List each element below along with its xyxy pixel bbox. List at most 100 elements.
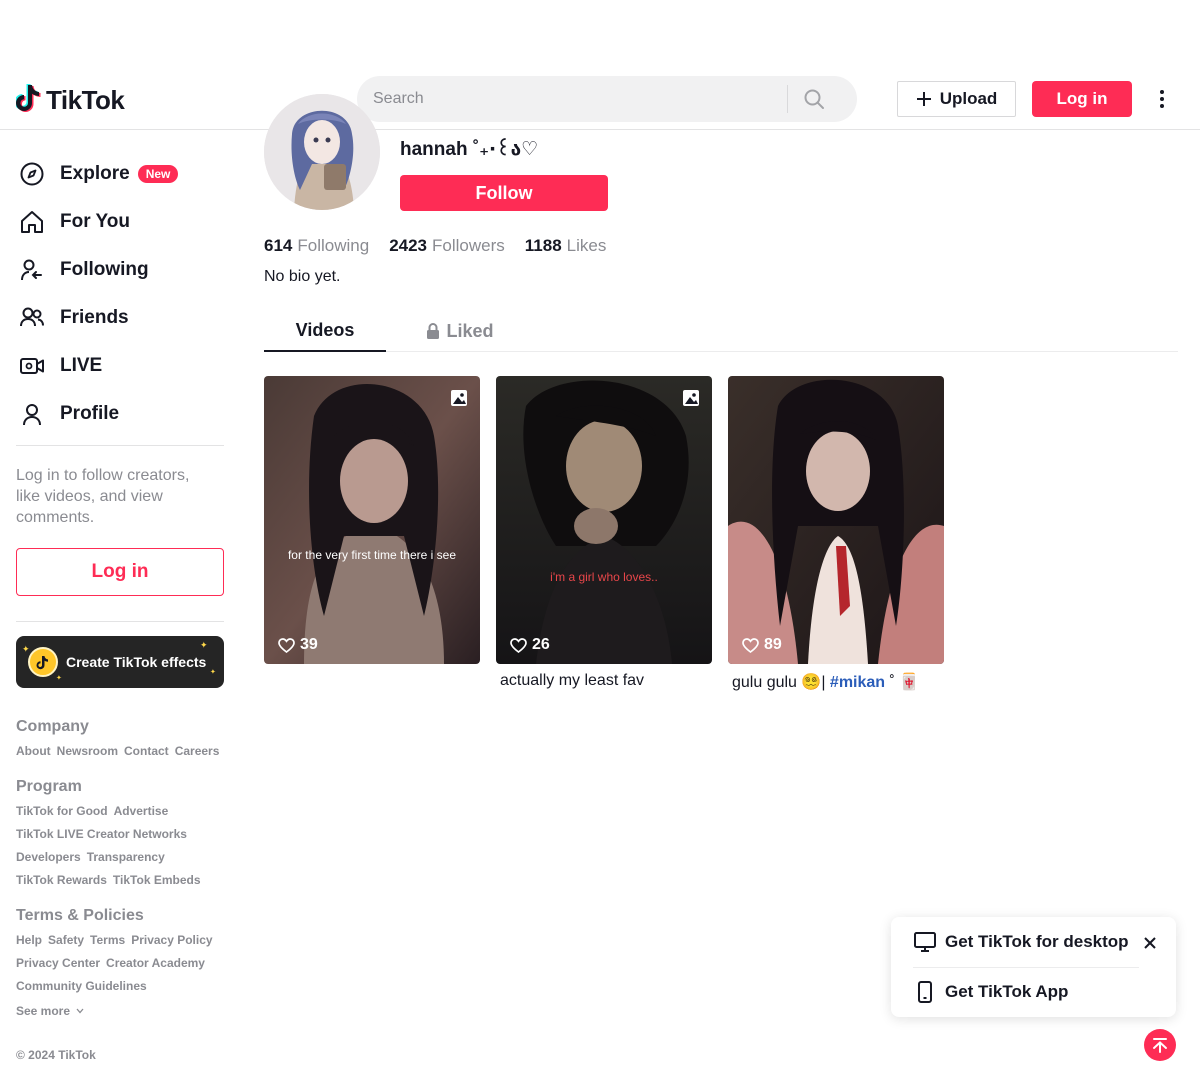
heart-icon <box>510 637 527 653</box>
footer-link[interactable]: Developers <box>16 850 81 864</box>
get-app-link[interactable]: Get TikTok App <box>913 981 1068 1003</box>
get-desktop-link[interactable]: Get TikTok for desktop <box>913 931 1129 953</box>
footer-link[interactable]: Creator Academy <box>106 956 205 970</box>
footer-link[interactable]: Safety <box>48 933 84 947</box>
sidebar-item-label: Profile <box>60 403 120 424</box>
sidebar-item-explore[interactable]: Explore New <box>16 154 179 194</box>
footer-link[interactable]: Help <box>16 933 42 947</box>
top-header: TikTok Upload Log in <box>0 70 1200 130</box>
footer-program-heading: Program <box>16 778 82 795</box>
footer-link[interactable]: Transparency <box>87 850 165 864</box>
new-badge: New <box>137 165 179 183</box>
tab-liked-label: Liked <box>446 320 494 341</box>
sidebar-item-live[interactable]: LIVE <box>16 346 102 386</box>
tiktok-logo[interactable]: TikTok <box>14 83 125 118</box>
footer-program-line: TikTok LIVE Creator Networks <box>16 827 187 841</box>
home-icon <box>16 206 48 238</box>
profile-bio: No bio yet. <box>264 268 341 285</box>
sidebar-item-for-you[interactable]: For You <box>16 202 130 242</box>
see-more-button[interactable]: See more <box>16 1004 84 1018</box>
sidebar-divider <box>16 621 224 622</box>
profile-avatar <box>264 94 380 210</box>
footer-link[interactable]: Advertise <box>114 804 169 818</box>
sidebar-item-label: For You <box>60 211 131 232</box>
tiktok-note-icon <box>14 83 42 118</box>
login-hint-text: Log in to follow creators, like videos, … <box>16 467 190 526</box>
footer-link[interactable]: TikTok Rewards <box>16 873 107 887</box>
footer-link[interactable]: Community Guidelines <box>16 979 147 993</box>
footer-company-heading: Company <box>16 718 89 735</box>
footer-link[interactable]: About <box>16 744 51 758</box>
sidebar-login-button[interactable]: Log in <box>16 548 224 596</box>
footer-link[interactable]: TikTok LIVE Creator Networks <box>16 827 187 841</box>
video-card[interactable]: i'm a girl who loves.. 26 <box>496 376 712 664</box>
profile-username: hannah ˚₊‧꒰ა♡ <box>400 139 539 160</box>
photo-post-icon <box>451 390 467 406</box>
following-icon <box>16 254 48 286</box>
search-button[interactable] <box>788 76 840 122</box>
footer-link[interactable]: TikTok Embeds <box>113 873 201 887</box>
footer-link[interactable]: Contact <box>124 744 169 758</box>
footer-link[interactable]: Careers <box>175 744 220 758</box>
footer-link[interactable]: Privacy Center <box>16 956 100 970</box>
follow-button[interactable]: Follow <box>400 175 608 211</box>
footer-link[interactable]: Terms <box>90 933 125 947</box>
popup-divider <box>913 967 1139 968</box>
scroll-to-top-button[interactable] <box>1144 1029 1176 1061</box>
sidebar-item-label: Friends <box>60 307 129 328</box>
footer-terms-line: Privacy Center Creator Academy <box>16 956 205 970</box>
lock-icon <box>427 323 440 339</box>
video-description[interactable]: gulu gulu 😵‍💫| #mikan ˚ 🀄 <box>732 672 919 692</box>
arrow-up-icon <box>1153 1038 1167 1053</box>
live-icon <box>16 350 48 382</box>
footer-program-line: TikTok Rewards TikTok Embeds <box>16 873 201 887</box>
hashtag-link[interactable]: #mikan <box>830 674 885 691</box>
chevron-down-icon <box>76 1008 84 1014</box>
plus-icon <box>916 92 931 106</box>
profile-icon <box>16 398 48 430</box>
upload-button[interactable]: Upload <box>897 81 1016 117</box>
tab-videos[interactable]: Videos <box>264 310 386 352</box>
sidebar-item-following[interactable]: Following <box>16 250 149 290</box>
close-icon[interactable] <box>1142 935 1158 951</box>
footer-terms-line: Community Guidelines <box>16 979 147 993</box>
profile-stats: 614 Following 2423 Followers 1188 Likes <box>264 236 606 256</box>
effects-house-icon <box>28 647 58 677</box>
footer-program-line: TikTok for Good Advertise <box>16 804 168 818</box>
sidebar-divider <box>16 445 224 446</box>
footer-link[interactable]: Privacy Policy <box>131 933 212 947</box>
effects-label: Create TikTok effects <box>66 654 207 670</box>
sidebar-item-friends[interactable]: Friends <box>16 298 129 338</box>
create-effects-banner[interactable]: Create TikTok effects ✦ ✦ ✦ ✦ <box>16 636 224 688</box>
phone-icon <box>918 981 932 1003</box>
photo-post-icon <box>683 390 699 406</box>
video-thumbnail <box>728 376 944 664</box>
sparkle-icon: ✦ <box>22 644 30 654</box>
video-overlay-text: for the very first time there i see <box>287 548 457 562</box>
sidebar-item-profile[interactable]: Profile <box>16 394 119 434</box>
video-likes: 89 <box>742 636 782 654</box>
sidebar-item-label: Explore <box>60 163 130 184</box>
get-app-popup: Get TikTok for desktop Get TikTok App <box>891 917 1176 1017</box>
following-count[interactable]: 614 Following <box>264 236 369 256</box>
sidebar: Explore New For You Following Friends LI… <box>0 130 240 1069</box>
header-login-button[interactable]: Log in <box>1032 81 1132 117</box>
video-card[interactable]: 89 <box>728 376 944 664</box>
tab-liked[interactable]: Liked <box>410 310 510 352</box>
copyright-text: © 2024 TikTok <box>16 1048 96 1062</box>
sparkle-icon: ✦ <box>210 669 216 676</box>
video-thumbnail <box>496 376 712 664</box>
footer-link[interactable]: TikTok for Good <box>16 804 108 818</box>
search-bar <box>357 76 857 122</box>
see-more-label: See more <box>16 1004 71 1018</box>
search-icon <box>804 89 824 109</box>
compass-icon <box>16 158 48 190</box>
followers-count[interactable]: 2423 Followers <box>389 236 505 256</box>
video-description[interactable]: actually my least fav <box>500 672 644 690</box>
search-input[interactable] <box>357 76 787 122</box>
footer-link[interactable]: Newsroom <box>57 744 118 758</box>
more-options-icon[interactable] <box>1150 86 1174 112</box>
video-card[interactable]: for the very first time there i see 39 <box>264 376 480 664</box>
friends-icon <box>16 302 48 334</box>
video-likes: 39 <box>278 636 318 654</box>
